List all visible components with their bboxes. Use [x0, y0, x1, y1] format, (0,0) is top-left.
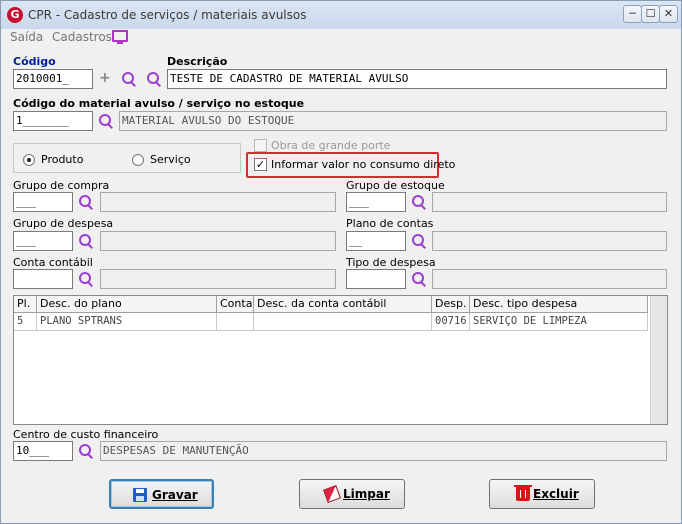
servico-label: Serviço [150, 153, 191, 166]
search-codigo-icon[interactable] [121, 71, 137, 87]
close-icon: ✕ [663, 7, 674, 20]
table-row-cell[interactable]: PLANO SPTRANS [37, 313, 217, 331]
search-grupo-despesa-icon[interactable] [78, 233, 94, 249]
grupo-compra-desc [100, 192, 336, 212]
grupo-despesa-code-input[interactable]: ___ [13, 231, 73, 251]
obra-grande-porte-checkbox[interactable] [254, 139, 267, 152]
codigo-input[interactable]: 2010001_ [13, 69, 93, 89]
table-row-cell[interactable] [217, 313, 254, 331]
main-window: G CPR - Cadastro de serviços / materiais… [0, 0, 682, 524]
plano-contas-desc [432, 231, 667, 251]
search-material-icon[interactable] [98, 113, 114, 129]
search-tipo-despesa-icon[interactable] [411, 271, 427, 287]
material-estoque-code-input[interactable]: 1_______ [13, 111, 93, 131]
planos-grid[interactable]: Pl. Desc. do plano Conta Desc. da conta … [13, 295, 668, 425]
limpar-button[interactable]: Limpar [299, 479, 405, 509]
grupo-estoque-label: Grupo de estoque [346, 179, 445, 192]
servico-radio[interactable] [132, 154, 144, 166]
produto-radio[interactable] [23, 154, 35, 166]
limpar-label: Limpar [343, 487, 390, 501]
grid-scrollbar[interactable] [650, 296, 667, 424]
grid-header-desc-plano[interactable]: Desc. do plano [37, 296, 217, 313]
plano-contas-label: Plano de contas [346, 217, 434, 230]
minimize-icon: ─ [629, 7, 636, 20]
centro-custo-label: Centro de custo financeiro [13, 428, 159, 441]
window-title: CPR - Cadastro de serviços / materiais a… [28, 8, 307, 22]
menu-cadastros[interactable]: Cadastros [52, 30, 112, 44]
grid-header-conta[interactable]: Conta [217, 296, 254, 313]
search-grupo-estoque-icon[interactable] [411, 194, 427, 210]
obra-grande-porte-label: Obra de grande porte [271, 139, 391, 152]
save-icon [133, 488, 147, 502]
search-descricao-icon[interactable] [146, 71, 162, 87]
descricao-input[interactable]: TESTE DE CADASTRO DE MATERIAL AVULSO [167, 69, 667, 89]
grid-header-pl[interactable]: Pl. [14, 296, 37, 313]
minimize-button[interactable]: ─ [623, 5, 642, 23]
search-grupo-compra-icon[interactable] [78, 194, 94, 210]
table-row-cell[interactable]: 5 [14, 313, 37, 331]
table-row-cell[interactable]: 00716 [432, 313, 470, 331]
tipo-despesa-label: Tipo de despesa [346, 256, 436, 269]
maximize-button[interactable]: ☐ [641, 5, 660, 23]
excluir-button[interactable]: Excluir [489, 479, 595, 509]
informar-valor-checkbox[interactable]: ✓ [254, 158, 267, 171]
monitor-icon[interactable] [112, 30, 128, 44]
table-row-cell[interactable] [254, 313, 432, 331]
grupo-despesa-label: Grupo de despesa [13, 217, 114, 230]
grid-header-desc-conta[interactable]: Desc. da conta contábil [254, 296, 432, 313]
plano-contas-code-input[interactable]: __ [346, 231, 406, 251]
grupo-estoque-code-input[interactable]: ___ [346, 192, 406, 212]
search-plano-contas-icon[interactable] [411, 233, 427, 249]
conta-contabil-code-input[interactable] [13, 269, 73, 289]
eraser-icon [323, 485, 341, 503]
grupo-compra-code-input[interactable]: ___ [13, 192, 73, 212]
gravar-button[interactable]: Gravar [109, 479, 214, 509]
informar-valor-label: Informar valor no consumo direto [271, 158, 456, 171]
app-logo-icon: G [7, 7, 23, 23]
grid-header-desc-tipo-despesa[interactable]: Desc. tipo despesa [470, 296, 648, 313]
gravar-label: Gravar [152, 488, 198, 502]
title-bar: G CPR - Cadastro de serviços / materiais… [1, 1, 681, 29]
produto-label: Produto [41, 153, 84, 166]
codigo-label: Código [13, 55, 56, 68]
material-estoque-desc: MATERIAL AVULSO DO ESTOQUE [119, 111, 667, 131]
grupo-despesa-desc [100, 231, 336, 251]
menu-saida[interactable]: Saída [10, 30, 43, 44]
trash-icon [514, 485, 532, 501]
close-button[interactable]: ✕ [659, 5, 678, 23]
descricao-label: Descrição [167, 55, 228, 68]
material-estoque-label: Código do material avulso / serviço no e… [13, 97, 305, 110]
tipo-despesa-code-input[interactable] [346, 269, 406, 289]
table-row-cell[interactable]: SERVIÇO DE LIMPEZA [470, 313, 648, 331]
search-centro-custo-icon[interactable] [78, 443, 94, 459]
tipo-despesa-desc [432, 269, 667, 289]
grupo-estoque-desc [432, 192, 667, 212]
centro-custo-desc: DESPESAS DE MANUTENÇÃO [100, 441, 667, 461]
search-conta-contabil-icon[interactable] [78, 271, 94, 287]
add-icon[interactable]: + [99, 70, 111, 86]
grupo-compra-label: Grupo de compra [13, 179, 110, 192]
conta-contabil-desc [100, 269, 336, 289]
centro-custo-code-input[interactable]: 10___ [13, 441, 73, 461]
excluir-label: Excluir [533, 487, 579, 501]
maximize-icon: ☐ [645, 7, 656, 20]
grid-header-desp[interactable]: Desp. [432, 296, 470, 313]
conta-contabil-label: Conta contábil [13, 256, 93, 269]
menu-bar: Saída Cadastros [1, 29, 681, 47]
